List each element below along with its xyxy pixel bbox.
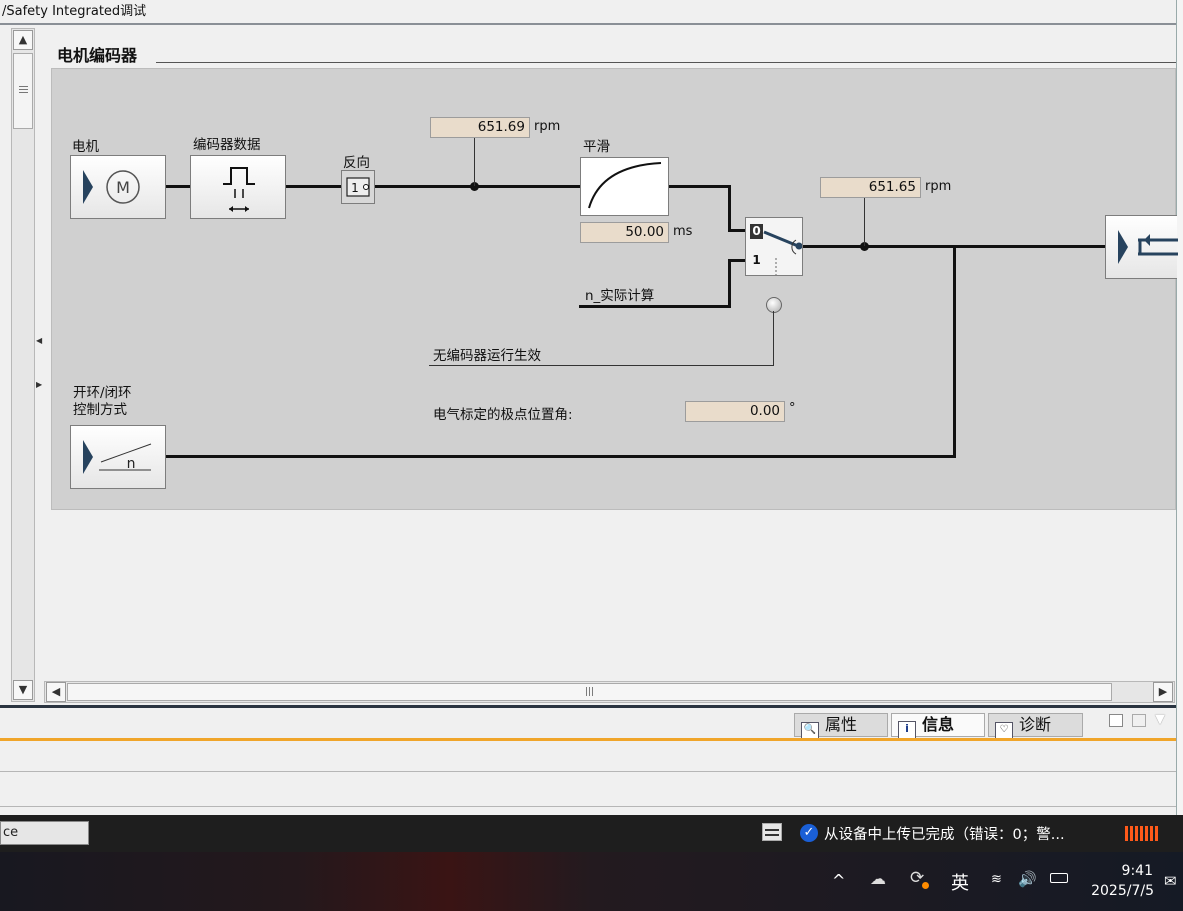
wire-control-vertical	[953, 245, 956, 458]
wire-encoderless-up	[773, 311, 774, 366]
horizontal-scrollbar[interactable]: ◀ ||| ▶	[44, 681, 1175, 703]
svg-text:M: M	[116, 178, 130, 197]
battery-icon[interactable]	[1050, 873, 1068, 883]
pole-angle-value: 0.00	[685, 401, 785, 422]
tab-info[interactable]: i 信息	[891, 713, 985, 739]
encoderless-label: 无编码器运行生效	[433, 348, 541, 364]
status-bar: ce ✓ 从设备中上传已完成（错误：0；警...	[0, 815, 1183, 852]
speed-unit-top: rpm	[534, 119, 561, 134]
window-title: /Safety Integrated调试	[2, 4, 147, 19]
scroll-down-button[interactable]: ▼	[13, 680, 33, 700]
control-mode-label-line1: 开环/闭环	[73, 385, 132, 401]
tab-diagnostics-label: 诊断	[1019, 715, 1052, 734]
scroll-up-button[interactable]: ▲	[13, 30, 33, 50]
success-check-icon: ✓	[800, 824, 818, 842]
tab-diagnostics[interactable]: ♡ 诊断	[988, 713, 1083, 740]
encoder-source-switch[interactable]: 0 1	[745, 217, 803, 276]
motor-encoder-diagram: 电机 M 编码器数据 反向 1 651.69 rpm 平滑 50.00 ms 6…	[51, 68, 1178, 510]
wire-smoothing-out	[669, 185, 731, 188]
motor-icon: M	[83, 170, 140, 204]
wire-n-actual-up	[728, 259, 731, 308]
window-titlebar: /Safety Integrated调试	[0, 0, 1176, 25]
wire-encoderless	[429, 365, 774, 366]
tab-info-label: 信息	[922, 715, 955, 734]
wire-motor-encoder	[166, 185, 190, 188]
reverse-label: 反向	[343, 155, 370, 171]
info-icon: i	[898, 721, 916, 739]
speed-value-right: 651.65	[820, 177, 921, 198]
tab-properties-label: 属性	[825, 715, 858, 734]
pole-angle-label: 电气标定的极点位置角:	[433, 407, 573, 423]
encoder-pulse-icon	[223, 167, 255, 212]
smoothing-label: 平滑	[583, 139, 610, 155]
panel-menu-chevron-icon[interactable]: ▼	[1155, 712, 1165, 727]
wifi-icon[interactable]: ≋	[991, 872, 1002, 887]
volume-icon[interactable]: 🔊	[1018, 870, 1037, 888]
scroll-left-button[interactable]: ◀	[46, 682, 66, 702]
encoder-data-block[interactable]	[190, 155, 286, 219]
clock-time[interactable]: 9:41	[1110, 863, 1153, 879]
smoothing-curve-icon	[588, 162, 662, 209]
smoothing-time-input[interactable]: 50.00	[580, 222, 669, 243]
input-method-indicator[interactable]: 英	[951, 869, 969, 895]
show-hidden-icons-chevron-icon[interactable]: ^	[832, 871, 845, 890]
motor-label: 电机	[72, 139, 99, 155]
statusbar-left-field[interactable]: ce	[0, 821, 89, 845]
scroll-right-button[interactable]: ▶	[1153, 682, 1173, 702]
output-transfer-icon	[1118, 230, 1178, 264]
switch-icon	[763, 230, 802, 275]
speed-value-top: 651.69	[430, 117, 530, 138]
encoder-data-label: 编码器数据	[193, 137, 261, 153]
device-status-icon[interactable]	[760, 821, 786, 845]
svg-text:1: 1	[351, 181, 359, 195]
svg-text:n: n	[127, 456, 136, 472]
control-mode-label: 开环/闭环 控制方式	[73, 385, 132, 419]
horizontal-scroll-thumb[interactable]: |||	[67, 683, 1112, 701]
splitter-right-arrow-icon[interactable]: ▶	[36, 380, 42, 389]
notification-icon[interactable]: ✉	[1164, 872, 1177, 890]
panel-accent-line	[0, 738, 1176, 741]
pole-angle-unit: °	[789, 401, 796, 416]
smoothing-time-unit: ms	[673, 224, 693, 239]
wire-probe-top	[474, 138, 475, 186]
encoderless-signal-connector	[766, 297, 782, 313]
motor-block[interactable]: M	[70, 155, 166, 219]
clock-date[interactable]: 2025/7/5	[1088, 883, 1154, 899]
progress-activity-icon	[1125, 826, 1159, 841]
vertical-scroll-thumb[interactable]	[13, 53, 33, 129]
panel-divider	[0, 771, 1176, 772]
smoothing-block[interactable]	[580, 157, 669, 216]
panel-divider-bottom	[0, 806, 1176, 807]
n-actual-label: n_实际计算	[585, 288, 655, 304]
tab-properties[interactable]: 🔍 属性	[794, 713, 888, 740]
wire-probe-right	[864, 198, 865, 246]
cloud-offline-icon[interactable]: ☁	[870, 869, 886, 888]
maximize-panel-icon[interactable]	[1132, 714, 1146, 727]
section-title-underline	[156, 62, 1176, 63]
splitter-left-arrow-icon[interactable]: ◀	[36, 336, 42, 345]
right-panel-edge	[1176, 0, 1183, 820]
float-panel-icon[interactable]	[1109, 714, 1123, 727]
reverse-button[interactable]: 1	[341, 170, 375, 204]
wire-to-switch-1	[728, 259, 745, 262]
control-mode-label-line2: 控制方式	[73, 402, 127, 418]
sync-alert-dot	[922, 882, 929, 889]
invert-icon: 1	[346, 177, 370, 197]
section-title: 电机编码器	[57, 46, 138, 65]
output-block[interactable]	[1105, 215, 1178, 279]
vertical-scrollbar[interactable]: ▲ ▼	[11, 28, 35, 702]
speed-unit-right: rpm	[925, 179, 952, 194]
wire-to-switch-0	[728, 229, 745, 232]
control-mode-block[interactable]: n	[70, 425, 166, 489]
wire-smoothing-down	[728, 185, 731, 232]
wire-encoder-reverse	[286, 185, 341, 188]
wire-n-actual	[579, 305, 731, 308]
windows-taskbar: ^ ☁ ⟳ 英 ≋ 🔊 9:41 2025/7/5 ✉	[0, 852, 1183, 911]
control-mode-icon: n	[83, 440, 152, 474]
wire-control-mode	[166, 455, 956, 458]
status-message[interactable]: 从设备中上传已完成（错误：0；警...	[824, 823, 1065, 844]
